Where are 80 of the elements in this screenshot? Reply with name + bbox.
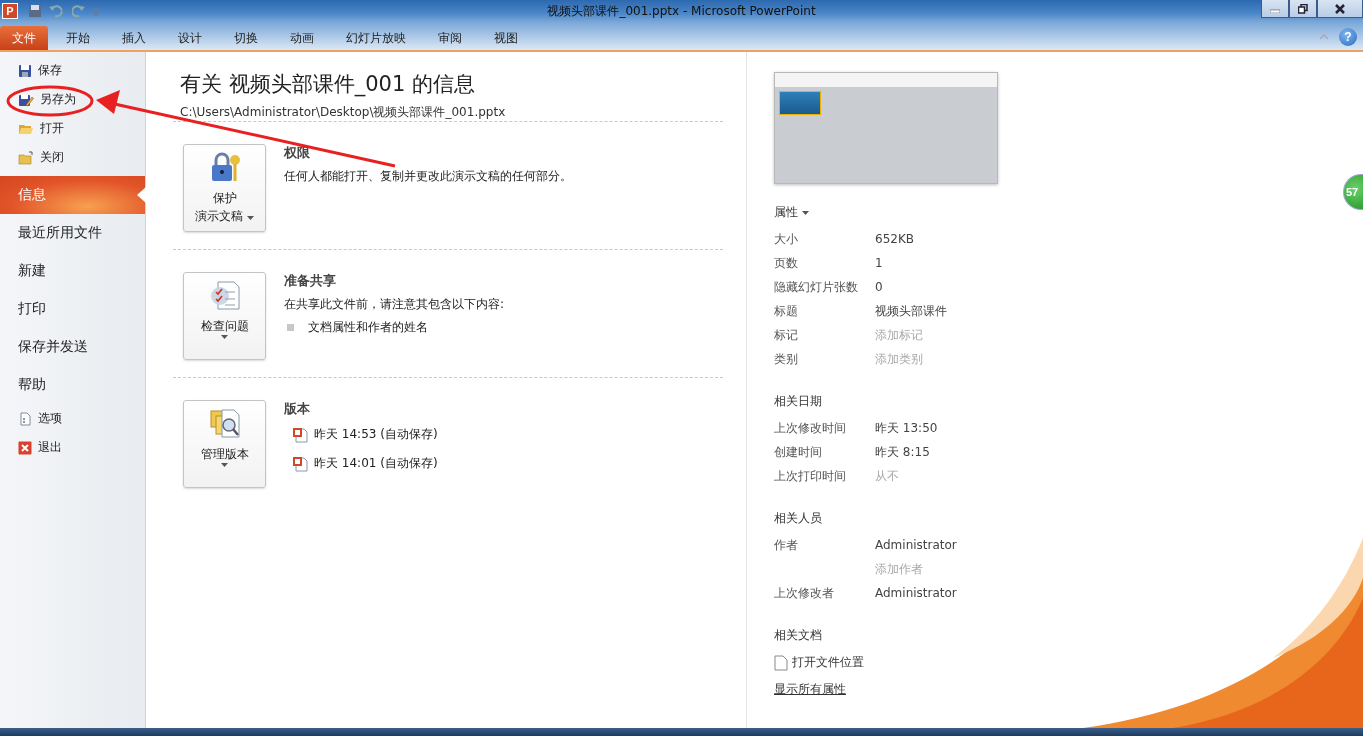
- property-value: 652KB: [875, 232, 914, 246]
- section-description: 在共享此文件前，请注意其包含以下内容:: [284, 296, 505, 313]
- property-value: 0: [875, 280, 883, 294]
- section-heading: 权限: [284, 144, 311, 162]
- caret-icon: [221, 463, 228, 467]
- version-item[interactable]: 昨天 14:01 (自动保存): [284, 453, 438, 476]
- menu-command[interactable]: 打开: [0, 114, 145, 143]
- property-value: 1: [875, 256, 883, 270]
- ribbon-tab[interactable]: 幻灯片放映: [332, 26, 420, 50]
- menu-command[interactable]: 保存: [0, 56, 145, 85]
- close-button[interactable]: [1317, 0, 1363, 18]
- menu-command[interactable]: 选项: [0, 404, 145, 433]
- version-item[interactable]: 昨天 14:53 (自动保存): [284, 424, 438, 447]
- counter-badge: 57: [1343, 174, 1363, 210]
- property-label: 标题: [774, 302, 799, 320]
- dropdown-caret-icon: [802, 210, 809, 215]
- close-icon: [18, 440, 32, 455]
- backstage-tab[interactable]: 信息: [0, 176, 145, 214]
- ribbon-tab[interactable]: 切换: [220, 26, 272, 50]
- section-button[interactable]: 检查问题: [183, 272, 266, 360]
- ribbon-tab[interactable]: 动画: [276, 26, 328, 50]
- group-heading: 相关日期: [774, 393, 823, 410]
- ribbon-tab[interactable]: 视图: [480, 26, 532, 50]
- menu-command[interactable]: 退出: [0, 433, 145, 462]
- document-icon: [774, 654, 788, 671]
- property-label: 标记: [774, 326, 799, 344]
- ribbon-tab[interactable]: 文件: [0, 26, 48, 50]
- backstage-tab[interactable]: 打印: [0, 290, 145, 328]
- property-value: 视频头部课件: [875, 302, 947, 320]
- ribbon-tab[interactable]: 插入: [108, 26, 160, 50]
- menu-command[interactable]: 关闭: [0, 143, 145, 172]
- open-location-link[interactable]: 打开文件位置: [774, 654, 864, 671]
- caret-icon: [246, 216, 254, 220]
- close-icon: [1335, 3, 1345, 14]
- restore-icon: [1298, 3, 1308, 14]
- restore-button[interactable]: [1289, 0, 1317, 18]
- bullet-text: 文档属性和作者的姓名: [308, 319, 428, 336]
- property-value: 昨天 8:15: [875, 443, 930, 461]
- backstage-tab[interactable]: 最近所用文件: [0, 214, 145, 252]
- property-label: 类别: [774, 350, 799, 368]
- caret-icon: [221, 335, 228, 339]
- group-heading: 相关人员: [774, 510, 823, 527]
- group-heading: 相关文档: [774, 627, 823, 644]
- property-label: 上次修改者: [774, 584, 835, 602]
- document-icon: [18, 411, 32, 426]
- property-label: 隐藏幻灯片张数: [774, 278, 859, 296]
- property-label: 上次修改时间: [774, 419, 847, 437]
- ribbon-tab[interactable]: 审阅: [424, 26, 476, 50]
- show-all-properties-link[interactable]: 显示所有属性: [774, 681, 846, 698]
- file-path: C:\Users\Administrator\Desktop\视频头部课件_001.pptx: [180, 104, 507, 121]
- info-title: 有关 视频头部课件_001 的信息: [180, 71, 476, 98]
- section-button[interactable]: 保护 演示文稿: [183, 144, 266, 232]
- app-logo: P: [2, 3, 18, 19]
- section-button[interactable]: 管理版本: [183, 400, 266, 488]
- window-title: 视频头部课件_001.pptx - Microsoft PowerPoint: [547, 2, 816, 20]
- folder-icon: [18, 150, 34, 165]
- floppy-pencil-icon: [18, 92, 34, 107]
- backstage-tab[interactable]: 保存并发送: [0, 328, 145, 366]
- presentation-file-icon: [292, 426, 308, 443]
- ribbon-tab[interactable]: 设计: [164, 26, 216, 50]
- minimize-button[interactable]: [1261, 0, 1289, 18]
- property-label: 作者: [774, 536, 799, 554]
- property-label: 大小: [774, 230, 799, 248]
- save-icon[interactable]: [28, 4, 42, 18]
- property-value: 昨天 13:50: [875, 419, 938, 437]
- bullet-icon: [287, 324, 294, 331]
- backstage-tab[interactable]: 新建: [0, 252, 145, 290]
- properties-heading: 属性: [774, 204, 798, 221]
- documents-magnifier-icon: [207, 407, 242, 441]
- property-value: Administrator: [875, 586, 957, 600]
- section-description: 任何人都能打开、复制并更改此演示文稿的任何部分。: [284, 168, 572, 185]
- section-heading: 准备共享: [284, 272, 337, 290]
- property-label: 上次打印时间: [774, 467, 847, 485]
- section-heading: 版本: [284, 400, 311, 418]
- backstage-tab[interactable]: 帮助: [0, 366, 145, 404]
- presentation-file-icon: [292, 455, 308, 472]
- property-label: 页数: [774, 254, 799, 272]
- property-label: 创建时间: [774, 443, 823, 461]
- ribbon-tab[interactable]: 开始: [52, 26, 104, 50]
- property-value: Administrator: [875, 538, 957, 552]
